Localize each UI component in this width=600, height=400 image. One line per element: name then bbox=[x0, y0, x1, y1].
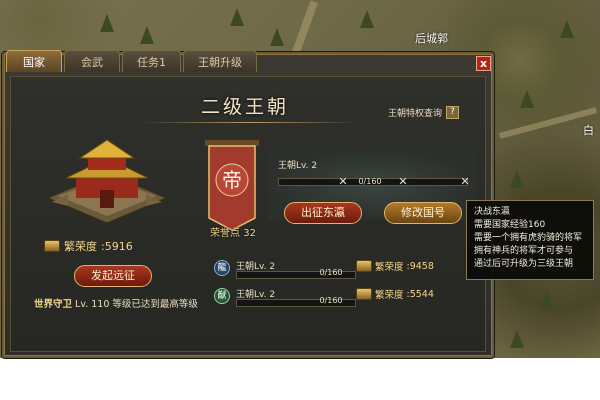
map-tree bbox=[510, 330, 524, 348]
emperor-banner-icon: 帝 bbox=[205, 140, 259, 231]
general-exp-text: 0/160 bbox=[319, 296, 343, 305]
tooltip-line: 需要国家经验160 bbox=[474, 220, 546, 230]
prosperity-label: 繁荣度 bbox=[375, 290, 404, 301]
requirement-x-icon: ✕ bbox=[398, 175, 408, 188]
help-icon[interactable]: ? bbox=[446, 106, 460, 119]
dragon-emblem-icon: 龍 bbox=[214, 260, 230, 276]
general-row: 龍 王朝Lv. 2 0/160 繁荣度 :9458 bbox=[214, 258, 476, 288]
map-tree bbox=[270, 28, 284, 46]
prosperity-label: 繁荣度 bbox=[64, 240, 97, 253]
prosperity-value: :9458 bbox=[406, 260, 434, 272]
banner-glyph: 帝 bbox=[222, 168, 242, 192]
tooltip-line: 决战东瀛 bbox=[474, 207, 511, 217]
privilege-query[interactable]: 王朝特权查询 ? bbox=[388, 106, 460, 119]
tab-dynasty-upgrade[interactable]: 王朝升级 bbox=[183, 50, 257, 72]
close-icon[interactable]: x bbox=[476, 56, 491, 71]
conquer-japan-button[interactable]: 出征东瀛 bbox=[284, 202, 362, 224]
requirement-x-icon: ✕ bbox=[460, 175, 470, 188]
map-tree bbox=[510, 170, 524, 188]
prosperity-value: :5916 bbox=[101, 239, 133, 253]
strategy-emblem-icon: 猷 bbox=[214, 288, 230, 304]
general-row: 猷 王朝Lv. 2 0/160 繁荣度 :5544 bbox=[214, 286, 476, 316]
rename-country-button[interactable]: 修改国号 bbox=[384, 202, 462, 224]
map-side-label: 白 bbox=[583, 124, 594, 137]
palace-prosperity: 繁荣度 :5916 bbox=[44, 238, 133, 254]
requirement-x-icon: ✕ bbox=[338, 175, 348, 188]
palace-icon bbox=[46, 139, 168, 224]
map-tree bbox=[140, 26, 154, 44]
guard-name: 世界守卫 bbox=[34, 299, 73, 310]
coin-icon bbox=[44, 240, 60, 252]
general-prosperity: 繁荣度 :9458 bbox=[356, 259, 434, 273]
map-tree bbox=[230, 8, 244, 26]
map-tree bbox=[520, 90, 534, 108]
tooltip-line: 拥有神兵的将军才可参与 bbox=[474, 246, 574, 256]
prosperity-label: 繁荣度 bbox=[375, 262, 404, 273]
honor-points: 荣誉点 32 bbox=[210, 228, 256, 239]
tab-country[interactable]: 国家 bbox=[6, 50, 62, 72]
tab-bar: 国家 会武 任务1 王朝升级 bbox=[6, 50, 257, 72]
map-road bbox=[289, 0, 319, 60]
tab-tournament[interactable]: 会武 bbox=[64, 50, 120, 72]
map-tree bbox=[540, 290, 554, 308]
dynasty-level-label: 王朝Lv. 2 bbox=[278, 161, 318, 171]
map-place-label: 后城郭 bbox=[415, 32, 448, 45]
world-guard-info: 世界守卫 Lv. 110 等级已达到最高等级 bbox=[34, 296, 198, 310]
conquer-tooltip: 决战东瀛 需要国家经验160 需要一个拥有虎豹骑的将军 拥有神兵的将军才可参与 … bbox=[466, 200, 594, 280]
map-tree bbox=[360, 10, 374, 28]
general-prosperity: 繁荣度 :5544 bbox=[356, 287, 434, 301]
general-exp-text: 0/160 bbox=[319, 268, 343, 277]
title-divider bbox=[140, 122, 360, 123]
coin-icon bbox=[356, 260, 372, 272]
dynasty-exp-text: 0/160 bbox=[358, 177, 382, 186]
map-tree bbox=[100, 14, 114, 32]
coin-icon bbox=[356, 288, 372, 300]
prosperity-value: :5544 bbox=[406, 288, 434, 300]
privilege-label: 王朝特权查询 bbox=[388, 109, 443, 119]
tab-quests[interactable]: 任务1 bbox=[122, 50, 181, 72]
map-tree bbox=[560, 20, 574, 38]
tooltip-line: 需要一个拥有虎豹骑的将军 bbox=[474, 233, 583, 243]
launch-expedition-button[interactable]: 发起远征 bbox=[74, 265, 152, 287]
guard-level: Lv. 110 等级已达到最高等级 bbox=[75, 299, 198, 310]
tooltip-line: 通过后可升级为三级王朝 bbox=[474, 259, 574, 269]
